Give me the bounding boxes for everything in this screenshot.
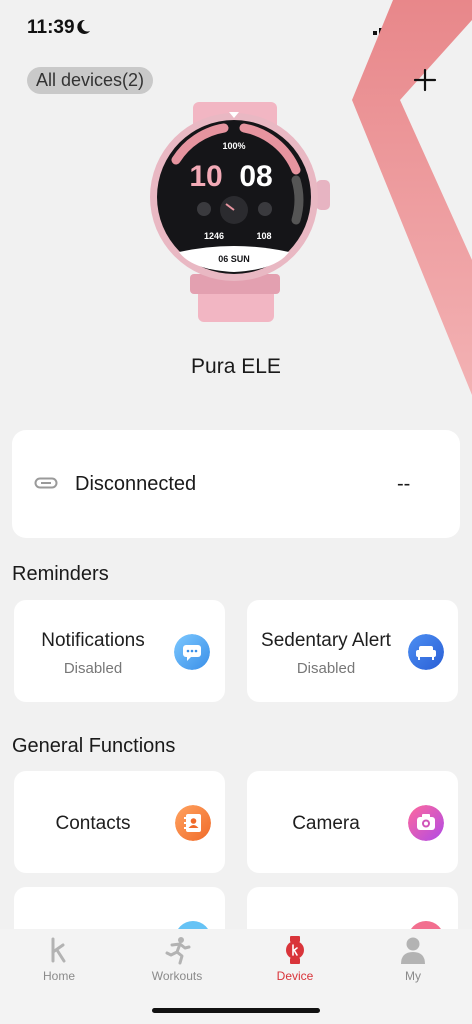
- all-devices-button[interactable]: All devices(2): [27, 67, 154, 94]
- network-label: 4G: [398, 20, 417, 36]
- home-icon: [51, 937, 66, 963]
- camera-tile[interactable]: Camera: [247, 771, 458, 873]
- watch-minute: 08: [239, 160, 272, 193]
- tab-my[interactable]: My: [354, 929, 472, 993]
- camera-title: Camera: [292, 813, 360, 834]
- home-indicator: [152, 1008, 320, 1013]
- status-bar: 11:39 4G 70: [0, 0, 472, 56]
- tab-home[interactable]: Home: [0, 929, 118, 993]
- contacts-title: Contacts: [55, 813, 131, 834]
- watch-battery: 100%: [222, 141, 245, 151]
- sedentary-alert-title: Sedentary Alert: [261, 630, 391, 651]
- connection-card[interactable]: Disconnected --: [12, 430, 460, 538]
- reminders-title: Reminders: [12, 563, 109, 585]
- profile-icon: [401, 937, 425, 964]
- watch-image: 100% 10 08 1246 108 06 SUN: [150, 102, 330, 322]
- tab-device-label: Device: [276, 969, 314, 983]
- general-functions-title: General Functions: [12, 735, 176, 757]
- watch-date: 06 SUN: [218, 254, 250, 264]
- connection-status: Disconnected: [75, 473, 197, 495]
- link-icon: [34, 477, 58, 489]
- notifications-title: Notifications: [41, 630, 145, 651]
- notifications-tile[interactable]: Notifications Disabled: [14, 600, 225, 702]
- moon-icon: [77, 19, 90, 34]
- message-icon: [174, 634, 210, 670]
- tab-my-label: My: [405, 969, 421, 983]
- sedentary-alert-tile[interactable]: Sedentary Alert Disabled: [247, 600, 458, 702]
- sofa-icon: [408, 634, 444, 670]
- tab-home-label: Home: [42, 969, 75, 983]
- camera-icon: [408, 805, 444, 841]
- tab-workouts[interactable]: Workouts: [118, 929, 236, 993]
- tab-device[interactable]: Device: [236, 929, 354, 993]
- notifications-status: Disabled: [63, 660, 123, 677]
- tab-workouts-label: Workouts: [151, 969, 203, 983]
- contacts-icon: [175, 805, 211, 841]
- status-time: 11:39: [27, 17, 75, 38]
- sedentary-alert-status: Disabled: [296, 660, 356, 677]
- running-icon: [165, 937, 191, 965]
- signal-icon: [373, 22, 395, 35]
- battery-indicator: 70: [423, 20, 457, 36]
- watch-heart-rate: 108: [256, 231, 271, 241]
- connection-value: --: [397, 473, 411, 495]
- add-device-icon[interactable]: [410, 65, 440, 95]
- watch-icon: [286, 936, 304, 964]
- contacts-tile[interactable]: Contacts: [14, 771, 225, 873]
- device-name: Pura ELE: [191, 355, 281, 378]
- watch-steps: 1246: [204, 231, 224, 241]
- watch-hour: 10: [189, 160, 222, 193]
